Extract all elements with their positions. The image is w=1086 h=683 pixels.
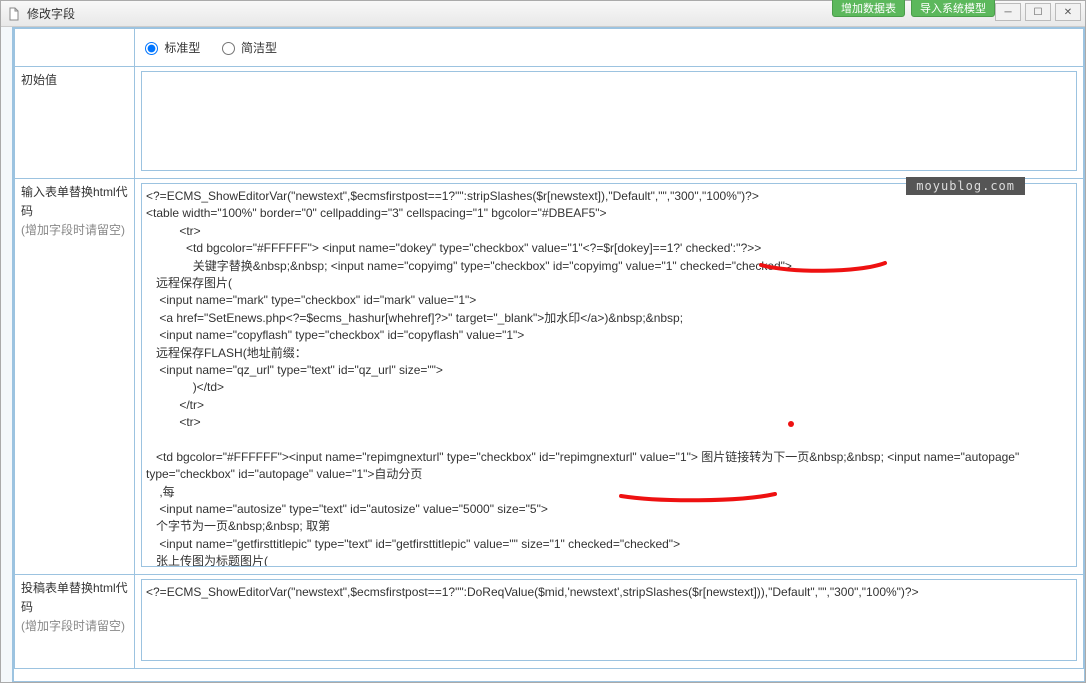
post-form-cell (135, 575, 1084, 669)
maximize-button[interactable]: ☐ (1025, 3, 1051, 21)
app-window: 修改字段 增加数据表 导入系统模型 ─ ☐ ✕ (0, 0, 1086, 683)
post-form-sublabel: (增加字段时请留空) (21, 619, 125, 633)
form-table: 标准型 简洁型 初始值 (14, 28, 1084, 669)
radio-simple-label: 简洁型 (241, 41, 277, 55)
file-icon (7, 7, 21, 21)
input-form-textarea[interactable] (141, 183, 1077, 567)
close-button[interactable]: ✕ (1055, 3, 1081, 21)
import-model-button[interactable]: 导入系统模型 (911, 0, 995, 17)
top-action-buttons: 增加数据表 导入系统模型 (832, 0, 995, 17)
titlebar: 修改字段 增加数据表 导入系统模型 ─ ☐ ✕ (1, 1, 1085, 27)
input-form-cell (135, 179, 1084, 575)
initial-value-textarea[interactable] (141, 71, 1077, 171)
initial-value-cell (135, 67, 1084, 179)
add-table-button[interactable]: 增加数据表 (832, 0, 905, 17)
input-form-label-cell: 输入表单替换html代码 (增加字段时请留空) (15, 179, 135, 575)
content-area: 标准型 简洁型 初始值 (1, 27, 1085, 682)
type-row-cell: 标准型 简洁型 (135, 29, 1084, 67)
radio-simple[interactable]: 简洁型 (222, 41, 277, 55)
input-form-label: 输入表单替换html代码 (21, 185, 128, 218)
radio-standard-label: 标准型 (164, 41, 200, 55)
initial-value-label-cell: 初始值 (15, 67, 135, 179)
input-form-sublabel: (增加字段时请留空) (21, 223, 125, 237)
left-rail (1, 27, 13, 682)
radio-simple-input[interactable] (222, 42, 235, 55)
minimize-button[interactable]: ─ (995, 3, 1021, 21)
window-controls: ─ ☐ ✕ (995, 3, 1081, 21)
post-form-label: 投稿表单替换html代码 (21, 581, 128, 614)
post-form-label-cell: 投稿表单替换html代码 (增加字段时请留空) (15, 575, 135, 669)
form-panel: 标准型 简洁型 初始值 (13, 27, 1085, 682)
radio-row: 标准型 简洁型 (141, 33, 1077, 62)
post-form-textarea[interactable] (141, 579, 1077, 661)
radio-standard[interactable]: 标准型 (145, 41, 204, 55)
type-row-label (15, 29, 135, 67)
initial-value-label: 初始值 (21, 73, 57, 87)
radio-standard-input[interactable] (145, 42, 158, 55)
window-title: 修改字段 (27, 5, 75, 22)
